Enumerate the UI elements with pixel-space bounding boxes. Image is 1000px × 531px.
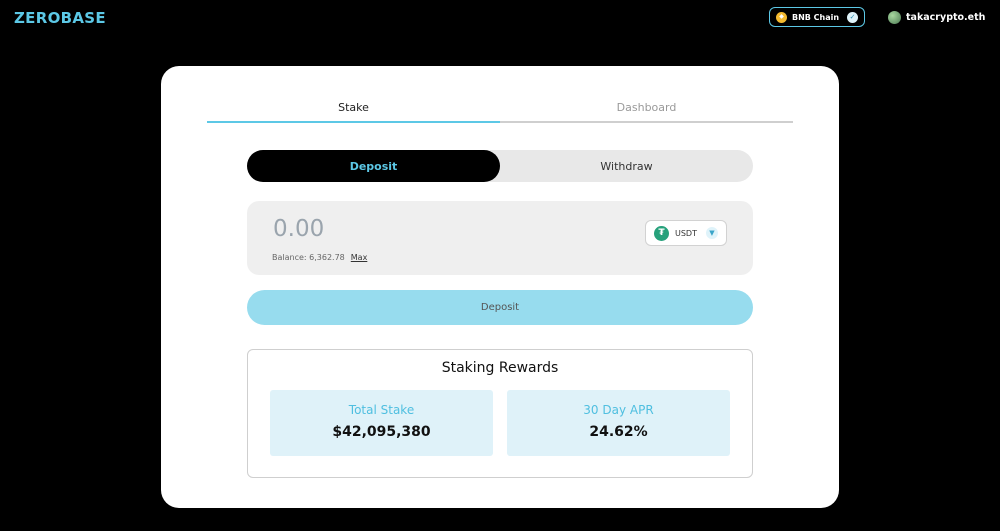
stat-value: $42,095,380 [332, 424, 431, 440]
bnb-icon: ◆ [776, 11, 787, 23]
stat-label: Total Stake [348, 403, 415, 417]
usdt-icon: ₮ [654, 225, 669, 241]
stat-label: 30 Day APR [583, 403, 654, 417]
withdraw-toggle-option[interactable]: Withdraw [500, 150, 753, 182]
deposit-button[interactable]: Deposit [247, 290, 753, 325]
check-icon: ✓ [847, 11, 858, 23]
token-symbol: USDT [675, 228, 697, 238]
apr-card: 30 Day APR 24.62% [507, 390, 730, 456]
balance-text: Balance: 6,362.78 [272, 253, 345, 262]
account-button[interactable]: takacrypto.eth [888, 9, 985, 25]
avatar [888, 10, 901, 24]
tab-dashboard[interactable]: Dashboard [500, 99, 793, 121]
amount-input[interactable] [271, 215, 575, 243]
total-stake-card: Total Stake $42,095,380 [270, 390, 493, 456]
max-button[interactable]: Max [351, 253, 368, 262]
tab-bar: Stake Dashboard [207, 99, 793, 123]
chevron-down-icon: ▼ [706, 227, 718, 239]
rewards-title: Staking Rewards [441, 360, 559, 376]
tab-stake[interactable]: Stake [207, 99, 500, 123]
deposit-withdraw-toggle: Deposit Withdraw [247, 150, 753, 182]
stat-value: 24.62% [589, 424, 648, 440]
amount-panel: Balance: 6,362.78 Max ₮ USDT ▼ [247, 201, 753, 275]
balance-row: Balance: 6,362.78 Max [272, 253, 367, 262]
account-name: takacrypto.eth [906, 11, 986, 23]
deposit-toggle-option[interactable]: Deposit [247, 150, 500, 182]
stake-card: Stake Dashboard Deposit Withdraw Balance… [161, 66, 839, 508]
chain-label: BNB Chain [792, 12, 840, 22]
token-selector[interactable]: ₮ USDT ▼ [645, 220, 727, 246]
chain-selector-button[interactable]: ◆ BNB Chain ✓ [769, 7, 865, 27]
staking-rewards-panel: Staking Rewards Total Stake $42,095,380 … [247, 349, 753, 478]
zerobase-logo[interactable]: ZEROBASE [14, 9, 106, 27]
